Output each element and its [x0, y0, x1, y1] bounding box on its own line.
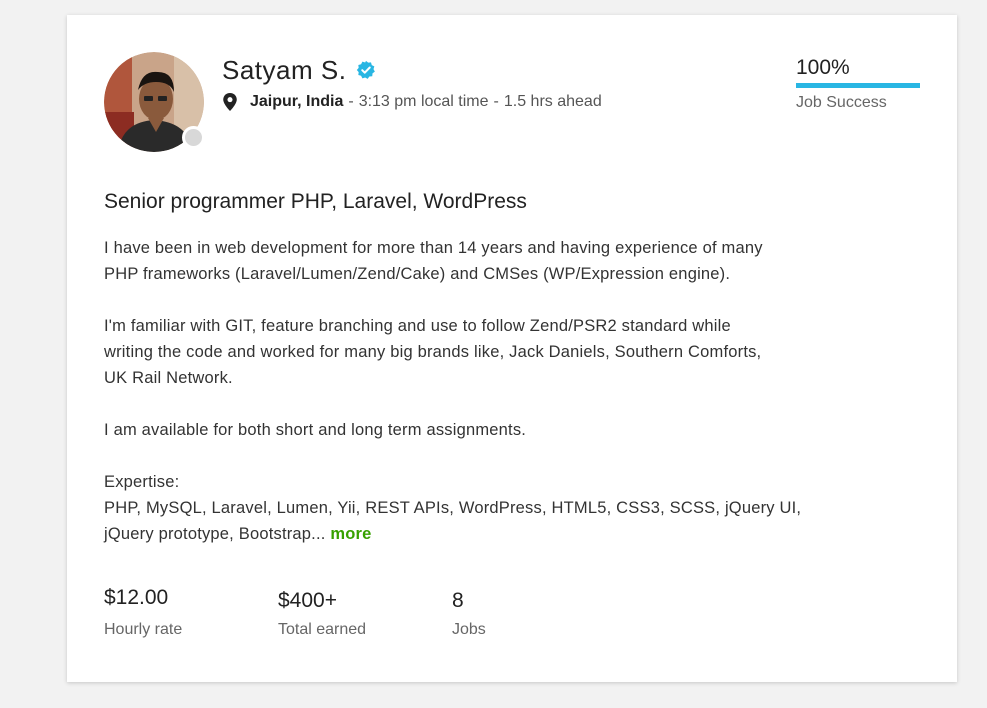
stat-value: 8	[452, 589, 464, 612]
expertise-heading: Expertise:	[104, 473, 180, 491]
overview-line: I'm familiar with GIT, feature branching…	[104, 317, 731, 335]
stat-jobs: 8 Jobs	[452, 588, 486, 639]
stat-hourly-rate: $12.00 Hourly rate	[104, 585, 182, 639]
avatar-container[interactable]	[104, 52, 205, 152]
job-success-label: Job Success	[796, 94, 887, 111]
stat-total-earned: $400+ Total earned	[278, 588, 366, 639]
local-time: 3:13 pm local time	[358, 93, 489, 110]
separator: -	[493, 93, 499, 110]
freelancer-name[interactable]: Satyam S.	[222, 53, 346, 87]
separator: -	[348, 93, 354, 110]
profile-overview: I have been in web development for more …	[104, 235, 884, 547]
stat-value: $400+	[278, 589, 337, 612]
verified-badge-icon	[357, 60, 376, 79]
overview-line: UK Rail Network.	[104, 369, 233, 387]
job-success-widget: 100% Job Success	[796, 55, 920, 112]
location-row: Jaipur, India - 3:13 pm local time - 1.5…	[222, 93, 602, 111]
freelancer-profile-card: Satyam S. Jaipur, India - 3:13 pm local …	[67, 15, 957, 682]
expertise-line: jQuery prototype, Bootstrap... more	[104, 521, 884, 547]
stat-label: Jobs	[452, 621, 486, 638]
online-status-indicator	[182, 126, 205, 149]
expertise-line: PHP, MySQL, Laravel, Lumen, Yii, REST AP…	[104, 499, 802, 517]
overview-line: I am available for both short and long t…	[104, 421, 527, 439]
stat-label: Total earned	[278, 621, 367, 638]
expertise-line-text: jQuery prototype, Bootstrap...	[104, 525, 326, 543]
name-row: Satyam S.	[222, 53, 376, 87]
stat-label: Hourly rate	[104, 621, 183, 638]
job-success-value: 100%	[796, 56, 850, 79]
job-success-bar	[796, 83, 920, 88]
stat-value: $12.00	[104, 586, 169, 609]
overview-line: PHP frameworks (Laravel/Lumen/Zend/Cake)…	[104, 265, 731, 283]
time-offset: 1.5 hrs ahead	[503, 93, 602, 110]
overview-line: writing the code and worked for many big…	[104, 343, 762, 361]
location-pin-icon	[223, 93, 237, 111]
location-city: Jaipur, India	[250, 93, 344, 110]
overview-line: I have been in web development for more …	[104, 239, 763, 257]
more-link[interactable]: more	[330, 525, 371, 543]
profile-title: Senior programmer PHP, Laravel, WordPres…	[104, 190, 527, 213]
